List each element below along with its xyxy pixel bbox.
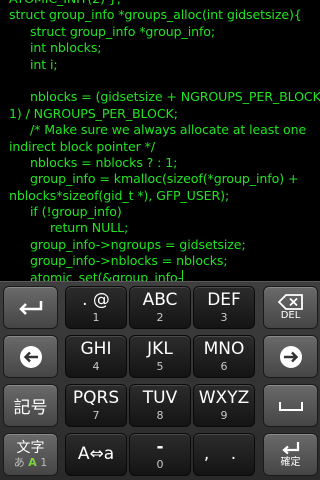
confirm-key[interactable]: 確定 <box>263 433 318 476</box>
key-9-letters: WXYZ <box>198 388 250 408</box>
enter-arrow-icon <box>281 441 299 454</box>
key-0[interactable]: - 0 <box>129 433 191 476</box>
backspace-icon <box>277 293 303 310</box>
code-line-text: ATOMIC_INIT(2) }; <box>9 0 121 6</box>
code-line-text: if (!group_info) <box>30 204 122 220</box>
key-4[interactable]: GHI 4 <box>65 335 127 378</box>
code-line-text: return NULL; <box>50 220 129 236</box>
text-cursor <box>182 269 184 281</box>
cursor-left-key[interactable] <box>3 335 58 378</box>
code-line-text: atomic_set(&group_info- <box>30 269 183 281</box>
key-2[interactable]: ABC 2 <box>129 286 191 329</box>
code-line: int nblocks; <box>9 40 315 56</box>
code-line: group_info->ngroups = gidsetsize; <box>9 237 315 253</box>
code-line-text: struct group_info *group_info; <box>30 23 216 39</box>
input-mode-key[interactable]: 文字 あ A 1 <box>3 433 58 476</box>
code-line: struct group_info *groups_alloc(int gids… <box>9 7 315 23</box>
code-line: nblocks = nblocks ? : 1; <box>9 155 315 171</box>
key-8-digit: 8 <box>156 409 164 422</box>
key-4-digit: 4 <box>92 360 100 373</box>
delete-key-label: DEL <box>280 309 301 321</box>
symbol-key[interactable]: 記号 <box>3 384 58 427</box>
code-line-text: nblocks*sizeof(gid_t *), GFP_USER); <box>9 187 230 203</box>
key-0-digit: 0 <box>156 458 164 471</box>
code-lines: ATOMIC_INIT(2) };struct group_info *grou… <box>9 0 320 281</box>
code-line: /* Make sure we always allocate at least… <box>9 122 315 138</box>
input-mode-indicator: あ A 1 <box>13 456 48 469</box>
arrow-right-circle-icon <box>279 345 302 368</box>
code-line-text: int i; <box>30 56 58 72</box>
key-7[interactable]: PQRS 7 <box>65 384 127 427</box>
key-1-letters: . @ <box>82 290 110 310</box>
punctuation-key-label: , . <box>203 444 245 464</box>
key-9-digit: 9 <box>220 409 228 422</box>
code-editor[interactable]: ATOMIC_INIT(2) };struct group_info *grou… <box>0 0 320 281</box>
space-key[interactable] <box>263 384 318 427</box>
code-line: ATOMIC_INIT(2) }; <box>9 0 315 7</box>
code-line-text: nblocks = (gidsetsize + NGROUPS_PER_BLOC… <box>30 89 320 105</box>
key-3-letters: DEF <box>207 290 241 310</box>
key-1-digit: 1 <box>92 311 100 324</box>
code-line-text: struct group_info *groups_alloc(int gids… <box>9 7 302 23</box>
key-1[interactable]: . @ 1 <box>65 286 127 329</box>
symbol-key-label: 記号 <box>13 398 48 418</box>
punctuation-key[interactable]: , . <box>193 433 255 476</box>
code-line-text: group_info->ngroups = gidsetsize; <box>30 236 246 252</box>
cursor-right-key[interactable] <box>263 335 318 378</box>
key-5[interactable]: JKL 5 <box>129 335 191 378</box>
code-line-text: 1) / NGROUPS_PER_BLOCK; <box>9 105 178 121</box>
back-key[interactable] <box>3 286 58 329</box>
key-6-digit: 6 <box>220 360 228 373</box>
arrow-left-circle-icon <box>19 345 42 368</box>
key-4-letters: GHI <box>80 339 112 359</box>
code-line: 1) / NGROUPS_PER_BLOCK; <box>9 106 315 122</box>
case-convert-label: A⇔a <box>77 444 115 464</box>
code-line-text: int nblocks; <box>30 40 102 56</box>
key-2-digit: 2 <box>156 311 164 324</box>
confirm-key-label: 確定 <box>280 456 301 468</box>
key-5-letters: JKL <box>147 339 173 359</box>
delete-key[interactable]: DEL <box>263 286 318 329</box>
key-8[interactable]: TUV 8 <box>129 384 191 427</box>
key-0-letters: - <box>156 437 164 457</box>
code-line-text: group_info = kmalloc(sizeof(*group_info)… <box>30 171 299 187</box>
key-9[interactable]: WXYZ 9 <box>193 384 255 427</box>
key-3-digit: 3 <box>220 311 228 324</box>
soft-keyboard: . @ 1 ABC 2 DEF 3 DEL GHI 4 JKL 5 MNO 6 <box>0 281 320 480</box>
key-3[interactable]: DEF 3 <box>193 286 255 329</box>
code-line: struct group_info *group_info; <box>9 24 315 40</box>
undo-arrow-icon <box>18 300 42 315</box>
code-line: indirect block pointer */ <box>9 139 315 155</box>
code-line: if (!group_info) <box>9 204 315 220</box>
key-2-letters: ABC <box>142 290 178 310</box>
code-line: nblocks*sizeof(gid_t *), GFP_USER); <box>9 188 315 204</box>
code-line: group_info->nblocks = nblocks; <box>9 253 315 269</box>
code-line-text: group_info->nblocks = nblocks; <box>30 253 228 269</box>
code-line: int i; <box>9 57 315 73</box>
code-line: nblocks = (gidsetsize + NGROUPS_PER_BLOC… <box>9 89 320 105</box>
key-6-letters: MNO <box>203 339 245 359</box>
key-5-digit: 5 <box>156 360 164 373</box>
code-line-text: /* Make sure we always allocate at least… <box>30 122 307 138</box>
key-6[interactable]: MNO 6 <box>193 335 255 378</box>
case-convert-key[interactable]: A⇔a <box>65 433 127 476</box>
code-line-text: indirect block pointer */ <box>9 138 155 154</box>
key-7-letters: PQRS <box>72 388 120 408</box>
code-line: return NULL; <box>9 220 315 236</box>
key-8-letters: TUV <box>142 388 178 408</box>
space-bracket-icon <box>278 401 303 411</box>
code-line: group_info = kmalloc(sizeof(*group_info)… <box>9 171 315 187</box>
key-7-digit: 7 <box>92 409 100 422</box>
code-line-text: nblocks = nblocks ? : 1; <box>30 154 178 170</box>
input-mode-label: 文字 <box>16 440 45 456</box>
code-line: atomic_set(&group_info- <box>9 269 315 281</box>
